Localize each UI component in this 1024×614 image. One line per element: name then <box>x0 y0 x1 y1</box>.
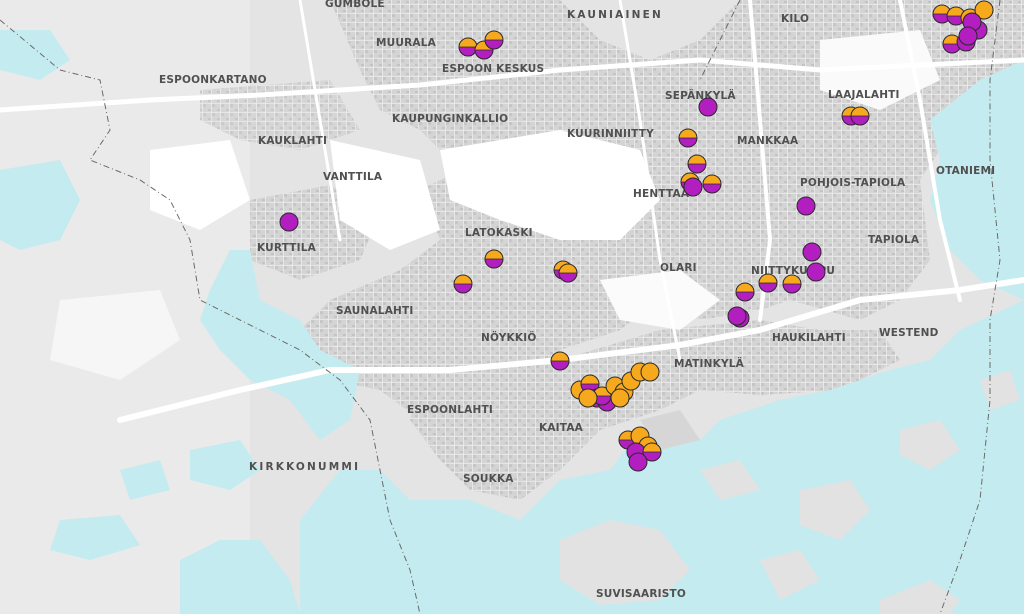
label-kauniainen: KAUNIAINEN <box>567 9 663 21</box>
label-espoonkartano: ESPOONKARTANO <box>159 74 267 86</box>
label-kilo: KILO <box>781 13 809 25</box>
label-soukka: SOUKKA <box>463 473 514 485</box>
observation-marker-purple[interactable] <box>958 26 978 46</box>
observation-marker-purple[interactable] <box>683 177 703 197</box>
label-kuurinniitty: KUURINNIITTY <box>567 128 654 140</box>
observation-marker-orange[interactable] <box>610 388 630 408</box>
label-noykkio: NÖYKKIÖ <box>481 330 536 344</box>
observation-marker-purple[interactable] <box>727 306 747 326</box>
label-matinkyla: MATINKYLÄ <box>674 356 745 370</box>
observation-marker-orange-purple[interactable] <box>453 274 473 294</box>
label-henttaa: HENTTAA <box>633 188 690 200</box>
label-espoon-keskus: ESPOON KESKUS <box>442 63 544 75</box>
observation-marker-purple[interactable] <box>698 97 718 117</box>
observation-marker-orange-purple[interactable] <box>458 37 478 57</box>
label-kirkkonummi: KIRKKONUMMI <box>249 461 360 473</box>
label-westend: WESTEND <box>879 327 939 339</box>
label-muurala: MUURALA <box>376 37 437 49</box>
map-canvas[interactable]: GUMBOLE KAUNIAINEN KILO MUURALA ESPOON K… <box>0 0 1024 614</box>
label-mankkaa: MANKKAA <box>737 135 799 147</box>
map-view[interactable]: GUMBOLE KAUNIAINEN KILO MUURALA ESPOON K… <box>0 0 1024 614</box>
label-haukilahti: HAUKILAHTI <box>772 332 846 344</box>
observation-marker-orange-purple[interactable] <box>782 274 802 294</box>
observation-marker-orange-purple[interactable] <box>735 282 755 302</box>
label-laajalahti: LAAJALAHTI <box>828 89 900 101</box>
observation-marker-purple[interactable] <box>628 452 648 472</box>
observation-marker-orange-purple[interactable] <box>678 128 698 148</box>
observation-marker-orange-purple[interactable] <box>687 154 707 174</box>
label-suvisaaristo: SUVISAARISTO <box>596 588 686 600</box>
observation-marker-orange-purple[interactable] <box>550 351 570 371</box>
observation-marker-orange-purple[interactable] <box>702 174 722 194</box>
label-sepankyla: SEPÄNKYLÄ <box>665 88 736 102</box>
label-gumbole: GUMBOLE <box>325 0 385 10</box>
label-kauklahti: KAUKLAHTI <box>258 135 327 147</box>
label-pohjois-tapiola: POHJOIS-TAPIOLA <box>800 177 906 189</box>
observation-marker-purple[interactable] <box>279 212 299 232</box>
label-espoonlahti: ESPOONLAHTI <box>407 404 493 416</box>
label-otaniemi: OTANIEMI <box>936 165 995 177</box>
observation-marker-orange[interactable] <box>578 388 598 408</box>
label-olari: OLARI <box>660 262 697 274</box>
observation-marker-orange[interactable] <box>640 362 660 382</box>
label-vanttila: VANTTILA <box>323 171 383 183</box>
observation-marker-orange-purple[interactable] <box>484 249 504 269</box>
label-kurttila: KURTTILA <box>257 242 317 254</box>
observation-marker-orange-purple[interactable] <box>484 30 504 50</box>
label-kaupunginkallio: KAUPUNGINKALLIO <box>392 113 508 125</box>
observation-marker-purple[interactable] <box>796 196 816 216</box>
observation-marker-orange-purple[interactable] <box>850 106 870 126</box>
observation-marker-purple[interactable] <box>802 242 822 262</box>
label-latokaski: LATOKASKI <box>465 227 533 239</box>
observation-marker-orange-purple[interactable] <box>758 273 778 293</box>
observation-marker-orange-purple[interactable] <box>558 263 578 283</box>
label-saunalahti: SAUNALAHTI <box>336 305 413 317</box>
observation-marker-purple[interactable] <box>806 262 826 282</box>
label-kaitaa: KAITAA <box>539 422 584 434</box>
label-tapiola: TAPIOLA <box>868 234 920 246</box>
